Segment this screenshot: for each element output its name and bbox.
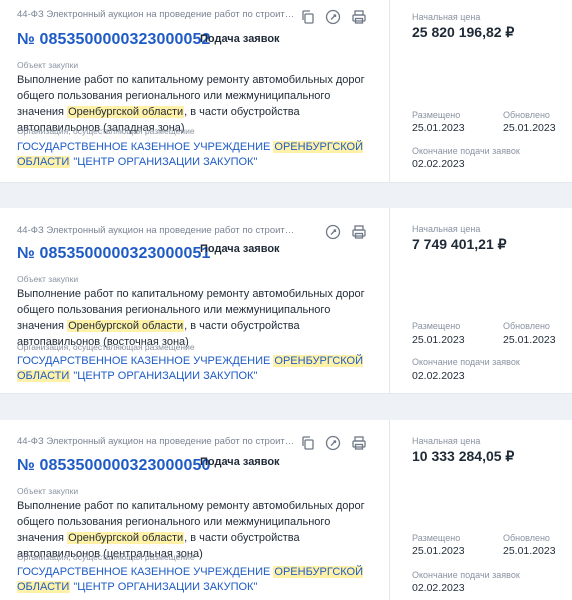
purchase-stage: Подача заявок <box>200 243 280 255</box>
updated-label: Обновлено <box>503 533 550 543</box>
object-label: Объект закупки <box>17 60 79 70</box>
purchase-card-main: 44-ФЗ Электронный аукцион на проведение … <box>0 208 390 393</box>
history-icon[interactable] <box>325 224 341 240</box>
organization-label: Организация, осуществляющая размещение <box>17 126 195 136</box>
posted-label: Размещено <box>412 110 461 120</box>
deadline-label: Окончание подачи заявок <box>412 146 520 156</box>
search-highlight: Оренбургской области <box>67 106 185 118</box>
initial-price-label: Начальная цена <box>412 436 481 446</box>
purchase-law-line: 44-ФЗ Электронный аукцион на проведение … <box>17 9 299 20</box>
purchase-card: 44-ФЗ Электронный аукцион на проведение … <box>0 208 572 394</box>
purchase-card: 44-ФЗ Электронный аукцион на проведение … <box>0 0 572 183</box>
updated-date: 25.01.2023 <box>503 122 556 134</box>
purchase-number-link[interactable]: № 0853500000323000050 <box>17 457 210 475</box>
purchase-stage: Подача заявок <box>200 456 280 468</box>
org-text-part: Государственное казенное учреждение <box>17 355 274 367</box>
org-text-part: Государственное казенное учреждение <box>17 141 274 153</box>
purchase-card-side: Начальная цена 25 820 196,82 ₽ Размещено… <box>391 0 572 182</box>
copy-icon[interactable] <box>300 435 316 451</box>
deadline-date: 02.02.2023 <box>412 370 465 382</box>
initial-price-label: Начальная цена <box>412 12 481 22</box>
purchase-card-main: 44-ФЗ Электронный аукцион на проведение … <box>0 420 390 600</box>
search-highlight: Оренбургской области <box>67 532 185 544</box>
organization-label: Организация, осуществляющая размещение <box>17 552 195 562</box>
posted-date: 25.01.2023 <box>412 334 465 346</box>
purchase-card-side: Начальная цена 10 333 284,05 ₽ Размещено… <box>391 420 572 600</box>
copy-icon[interactable] <box>300 9 316 25</box>
org-text-part: "Центр организации закупок" <box>70 156 258 168</box>
posted-date: 25.01.2023 <box>412 545 465 557</box>
initial-price-label: Начальная цена <box>412 224 481 234</box>
purchase-card: 44-ФЗ Электронный аукцион на проведение … <box>0 420 572 600</box>
deadline-date: 02.02.2023 <box>412 158 465 170</box>
purchase-object-text: Выполнение работ по капитальному ремонту… <box>17 286 377 350</box>
org-text-part: Государственное казенное учреждение <box>17 566 274 578</box>
posted-label: Размещено <box>412 321 461 331</box>
search-highlight: Оренбургской области <box>67 320 185 332</box>
printer-icon[interactable] <box>351 224 367 240</box>
updated-date: 25.01.2023 <box>503 334 556 346</box>
printer-icon[interactable] <box>351 435 367 451</box>
organization-link[interactable]: Государственное казенное учреждение Орен… <box>17 565 377 595</box>
deadline-label: Окончание подачи заявок <box>412 570 520 580</box>
printer-icon[interactable] <box>351 9 367 25</box>
history-icon[interactable] <box>325 435 341 451</box>
org-text-part: "Центр организации закупок" <box>70 370 258 382</box>
updated-label: Обновлено <box>503 321 550 331</box>
purchase-card-main: 44-ФЗ Электронный аукцион на проведение … <box>0 0 390 182</box>
history-icon[interactable] <box>325 9 341 25</box>
initial-price-value: 7 749 401,21 ₽ <box>412 236 507 252</box>
organization-link[interactable]: Государственное казенное учреждение Орен… <box>17 354 377 384</box>
organization-link[interactable]: Государственное казенное учреждение Орен… <box>17 140 377 170</box>
purchase-stage: Подача заявок <box>200 33 280 45</box>
posted-date: 25.01.2023 <box>412 122 465 134</box>
object-label: Объект закупки <box>17 274 79 284</box>
posted-label: Размещено <box>412 533 461 543</box>
updated-date: 25.01.2023 <box>503 545 556 557</box>
org-text-part: "Центр организации закупок" <box>70 581 258 593</box>
object-label: Объект закупки <box>17 486 79 496</box>
initial-price-value: 10 333 284,05 ₽ <box>412 448 515 464</box>
purchase-law-line: 44-ФЗ Электронный аукцион на проведение … <box>17 436 299 447</box>
deadline-date: 02.02.2023 <box>412 582 465 594</box>
organization-label: Организация, осуществляющая размещение <box>17 342 195 352</box>
purchase-number-link[interactable]: № 0853500000323000051 <box>17 245 210 263</box>
deadline-label: Окончание подачи заявок <box>412 357 520 367</box>
purchase-number-link[interactable]: № 0853500000323000052 <box>17 31 210 49</box>
purchase-law-line: 44-ФЗ Электронный аукцион на проведение … <box>17 225 299 236</box>
initial-price-value: 25 820 196,82 ₽ <box>412 24 515 40</box>
updated-label: Обновлено <box>503 110 550 120</box>
purchase-card-side: Начальная цена 7 749 401,21 ₽ Размещено … <box>391 208 572 393</box>
